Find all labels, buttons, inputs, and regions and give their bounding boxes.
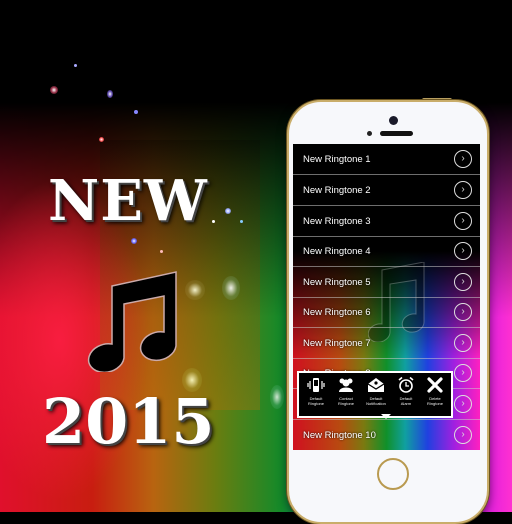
music-note-icon: [87, 271, 177, 372]
ringtone-title: New Ringtone 4: [303, 245, 371, 257]
phone-mockup: New Ringtone 1 › New Ringtone 2 › New Ri…: [287, 100, 489, 524]
chevron-right-icon[interactable]: ›: [454, 426, 472, 444]
menu-item-label: Default Notification: [366, 396, 386, 406]
proximity-sensor: [367, 131, 372, 136]
headline-new: NEW: [48, 168, 208, 234]
ringtone-title: New Ringtone 7: [303, 337, 371, 349]
home-button[interactable]: [377, 458, 409, 490]
list-item[interactable]: New Ringtone 3 ›: [293, 206, 480, 237]
menu-item-label: Contact Ringtone: [337, 396, 354, 406]
ringtone-title: New Ringtone 3: [303, 215, 371, 227]
envelope-icon: [367, 378, 385, 392]
headline-year: 2015: [42, 385, 215, 458]
close-icon: [427, 377, 443, 393]
menu-item-default-alarm[interactable]: Default Alarm: [391, 376, 421, 406]
phone-vibrate-icon: [307, 378, 325, 392]
list-item[interactable]: New Ringtone 10 ›: [293, 420, 480, 450]
menu-item-label: Default Alarm: [399, 396, 413, 406]
menu-item-label: Default Ringtone: [307, 396, 324, 406]
list-item[interactable]: New Ringtone 1 ›: [293, 144, 480, 175]
list-item[interactable]: New Ringtone 4 ›: [293, 236, 480, 267]
ringtone-title: New Ringtone 6: [303, 306, 371, 318]
menu-item-delete-ringtone[interactable]: Delete Ringtone: [420, 376, 450, 406]
chevron-right-icon[interactable]: ›: [454, 212, 472, 230]
ringtone-context-menu: Default Ringtone Contact Ringtone Defaul…: [297, 371, 453, 418]
menu-item-contact-ringtone[interactable]: Contact Ringtone: [331, 376, 361, 406]
ringtone-title: New Ringtone 5: [303, 276, 371, 288]
chevron-right-icon[interactable]: ›: [454, 181, 472, 199]
ringtone-title: New Ringtone 2: [303, 184, 371, 196]
chevron-right-icon[interactable]: ›: [454, 242, 472, 260]
menu-item-default-notification[interactable]: Default Notification: [361, 376, 391, 406]
earpiece-speaker: [380, 131, 413, 136]
front-camera: [389, 116, 398, 125]
alarm-clock-icon: [398, 376, 414, 393]
chevron-right-icon[interactable]: ›: [454, 273, 472, 291]
chevron-right-icon[interactable]: ›: [454, 395, 472, 413]
chevron-right-icon[interactable]: ›: [454, 364, 472, 382]
list-item[interactable]: New Ringtone 5 ›: [293, 267, 480, 298]
menu-item-default-ringtone[interactable]: Default Ringtone: [301, 376, 331, 406]
chevron-right-icon[interactable]: ›: [454, 150, 472, 168]
chevron-right-icon[interactable]: ›: [454, 303, 472, 321]
contacts-icon: [339, 378, 353, 392]
list-item[interactable]: New Ringtone 2 ›: [293, 175, 480, 206]
context-menu-pointer: [381, 414, 391, 419]
ringtone-title: New Ringtone 1: [303, 153, 371, 165]
chevron-right-icon[interactable]: ›: [454, 334, 472, 352]
ringtone-title: New Ringtone 10: [303, 429, 376, 441]
list-item[interactable]: New Ringtone 6 ›: [293, 297, 480, 328]
menu-item-label: Delete Ringtone: [426, 396, 443, 406]
list-item[interactable]: New Ringtone 7 ›: [293, 328, 480, 359]
